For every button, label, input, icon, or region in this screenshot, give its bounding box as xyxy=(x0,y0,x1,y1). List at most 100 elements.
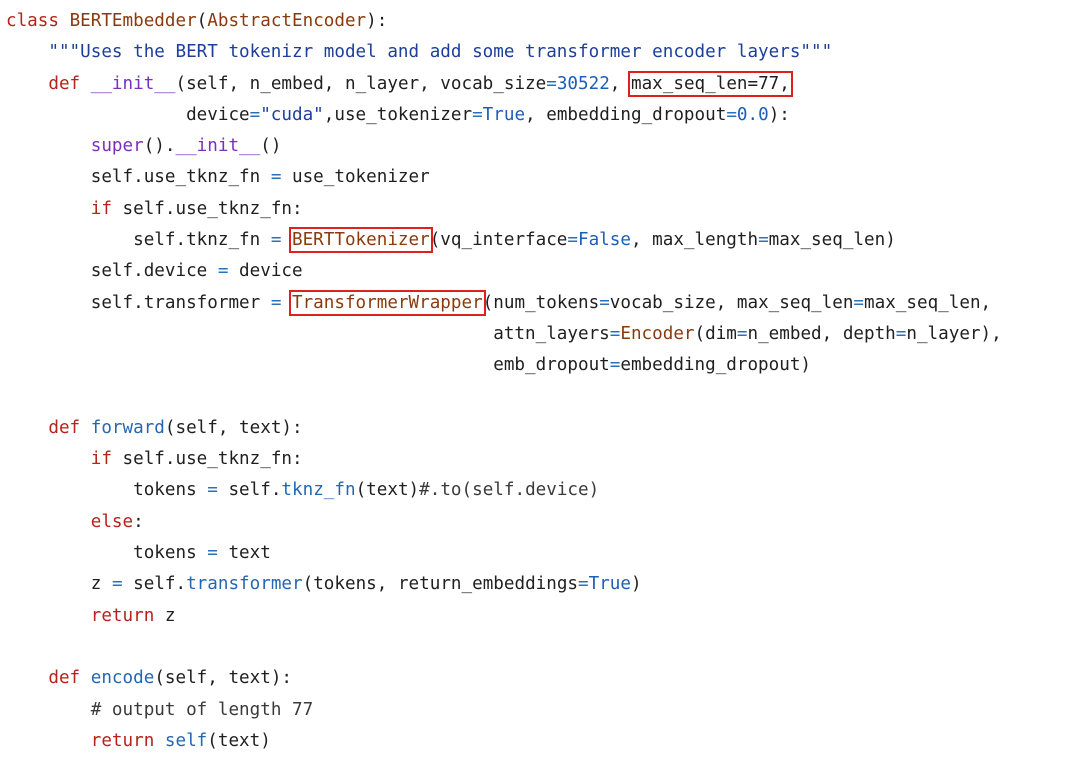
code-line: def forward(self, text): xyxy=(6,413,1074,444)
code-token: encode xyxy=(90,668,155,689)
code-line: self.tknz_fn = BERTTokenizer(vq_interfac… xyxy=(6,225,1074,256)
code-token: if xyxy=(90,449,112,470)
code-token: 0.0 xyxy=(736,104,769,125)
code-token: = xyxy=(472,104,483,125)
code-token: self. xyxy=(217,480,282,501)
code-token: use_tokenizer xyxy=(281,167,430,188)
code-token: = xyxy=(207,480,218,501)
code-token: vocab_size, max_seq_len xyxy=(609,292,854,313)
code-line: tokens = self.tknz_fn(text)#.to(self.dev… xyxy=(6,475,1074,506)
code-line: device="cuda",use_tokenizer=True, embedd… xyxy=(6,100,1074,131)
code-token: (text) xyxy=(355,480,420,501)
code-token: = xyxy=(853,292,865,313)
code-token: = xyxy=(270,292,282,313)
code-token: = xyxy=(609,355,621,376)
code-token: ) xyxy=(631,574,642,595)
code-line: self.use_tknz_fn = use_tokenizer xyxy=(6,162,1074,193)
code-line: super().__init__() xyxy=(6,131,1074,162)
code-line: # output of length 77 xyxy=(6,695,1074,726)
code-token: forward xyxy=(90,417,165,438)
code-token: def xyxy=(48,73,91,94)
code-token: = xyxy=(546,73,557,94)
code-token: max_seq_len, xyxy=(864,292,992,313)
code-token: attn_layers xyxy=(6,323,610,344)
code-token: self.use_tknz_fn: xyxy=(111,198,303,219)
code-token: def xyxy=(48,417,91,438)
code-token: text xyxy=(217,543,271,564)
code-token: (). xyxy=(143,136,176,157)
code-token: = xyxy=(270,230,282,251)
code-token: # output of length 77 xyxy=(90,699,314,720)
code-token: , xyxy=(609,73,631,94)
code-line: return z xyxy=(6,601,1074,632)
code-token: = xyxy=(599,292,610,313)
code-token: False xyxy=(578,230,631,251)
code-token: (text) xyxy=(207,730,271,751)
code-token: = xyxy=(578,574,589,595)
code-line: class BERTEmbedder(AbstractEncoder): xyxy=(6,6,1074,37)
code-token: (self, n_embed, n_layer, vocab_size xyxy=(175,73,547,94)
code-token: True xyxy=(588,574,631,595)
code-token: : xyxy=(133,511,144,532)
code-token: n_embed, depth xyxy=(747,323,896,344)
code-token: transformer xyxy=(186,574,303,595)
code-line: else: xyxy=(6,507,1074,538)
code-token: (vq_interface xyxy=(429,230,568,251)
code-token: self xyxy=(164,730,208,751)
code-token: (num_tokens xyxy=(482,292,600,313)
highlighted-token: max_seq_len=77, xyxy=(627,70,793,97)
code-line: if self.use_tknz_fn: xyxy=(6,444,1074,475)
code-token: "cuda" xyxy=(260,104,324,125)
code-token: else xyxy=(90,511,134,532)
code-line: self.transformer = TransformerWrapper(nu… xyxy=(6,288,1074,319)
code-token: = xyxy=(111,574,123,595)
code-line: if self.use_tknz_fn: xyxy=(6,194,1074,225)
code-token: ): xyxy=(366,11,388,31)
highlighted-token: BERTTokenizer xyxy=(289,227,433,254)
code-token: Encoder xyxy=(620,323,695,344)
code-block: class BERTEmbedder(AbstractEncoder): """… xyxy=(6,6,1074,757)
code-token: #.to(self.device) xyxy=(419,480,600,501)
code-token: max_seq_len) xyxy=(768,230,896,251)
code-token: = xyxy=(217,261,229,282)
code-token: self.device xyxy=(6,261,218,282)
code-token: return xyxy=(90,605,155,626)
code-token: () xyxy=(260,136,282,157)
code-token: z xyxy=(6,574,112,595)
code-token: __init__ xyxy=(175,136,261,157)
highlighted-token: TransformerWrapper xyxy=(289,289,486,316)
code-line: emb_dropout=embedding_dropout) xyxy=(6,350,1074,381)
code-token: 30522 xyxy=(556,73,610,94)
code-token: = xyxy=(726,104,737,125)
code-token: embedding_dropout) xyxy=(620,355,812,376)
code-token: = xyxy=(249,104,261,125)
code-token: tknz_fn xyxy=(281,480,356,501)
code-token: BERTEmbedder xyxy=(69,11,197,31)
code-token: = xyxy=(736,323,748,344)
code-token: return xyxy=(90,730,155,751)
code-token: ( xyxy=(196,11,208,31)
code-token: __init__ xyxy=(90,73,176,94)
code-token: = xyxy=(895,323,907,344)
code-token: , max_length xyxy=(630,230,759,251)
code-token: def xyxy=(48,668,91,689)
code-line: self.device = device xyxy=(6,256,1074,287)
code-token: self.tknz_fn xyxy=(6,230,271,251)
code-token: device xyxy=(228,261,303,282)
code-token: (dim xyxy=(694,323,737,344)
code-token: ,use_tokenizer xyxy=(323,104,473,125)
code-token: AbstractEncoder xyxy=(207,11,367,31)
code-token: self.use_tknz_fn: xyxy=(111,449,303,470)
code-token: emb_dropout xyxy=(6,355,610,376)
